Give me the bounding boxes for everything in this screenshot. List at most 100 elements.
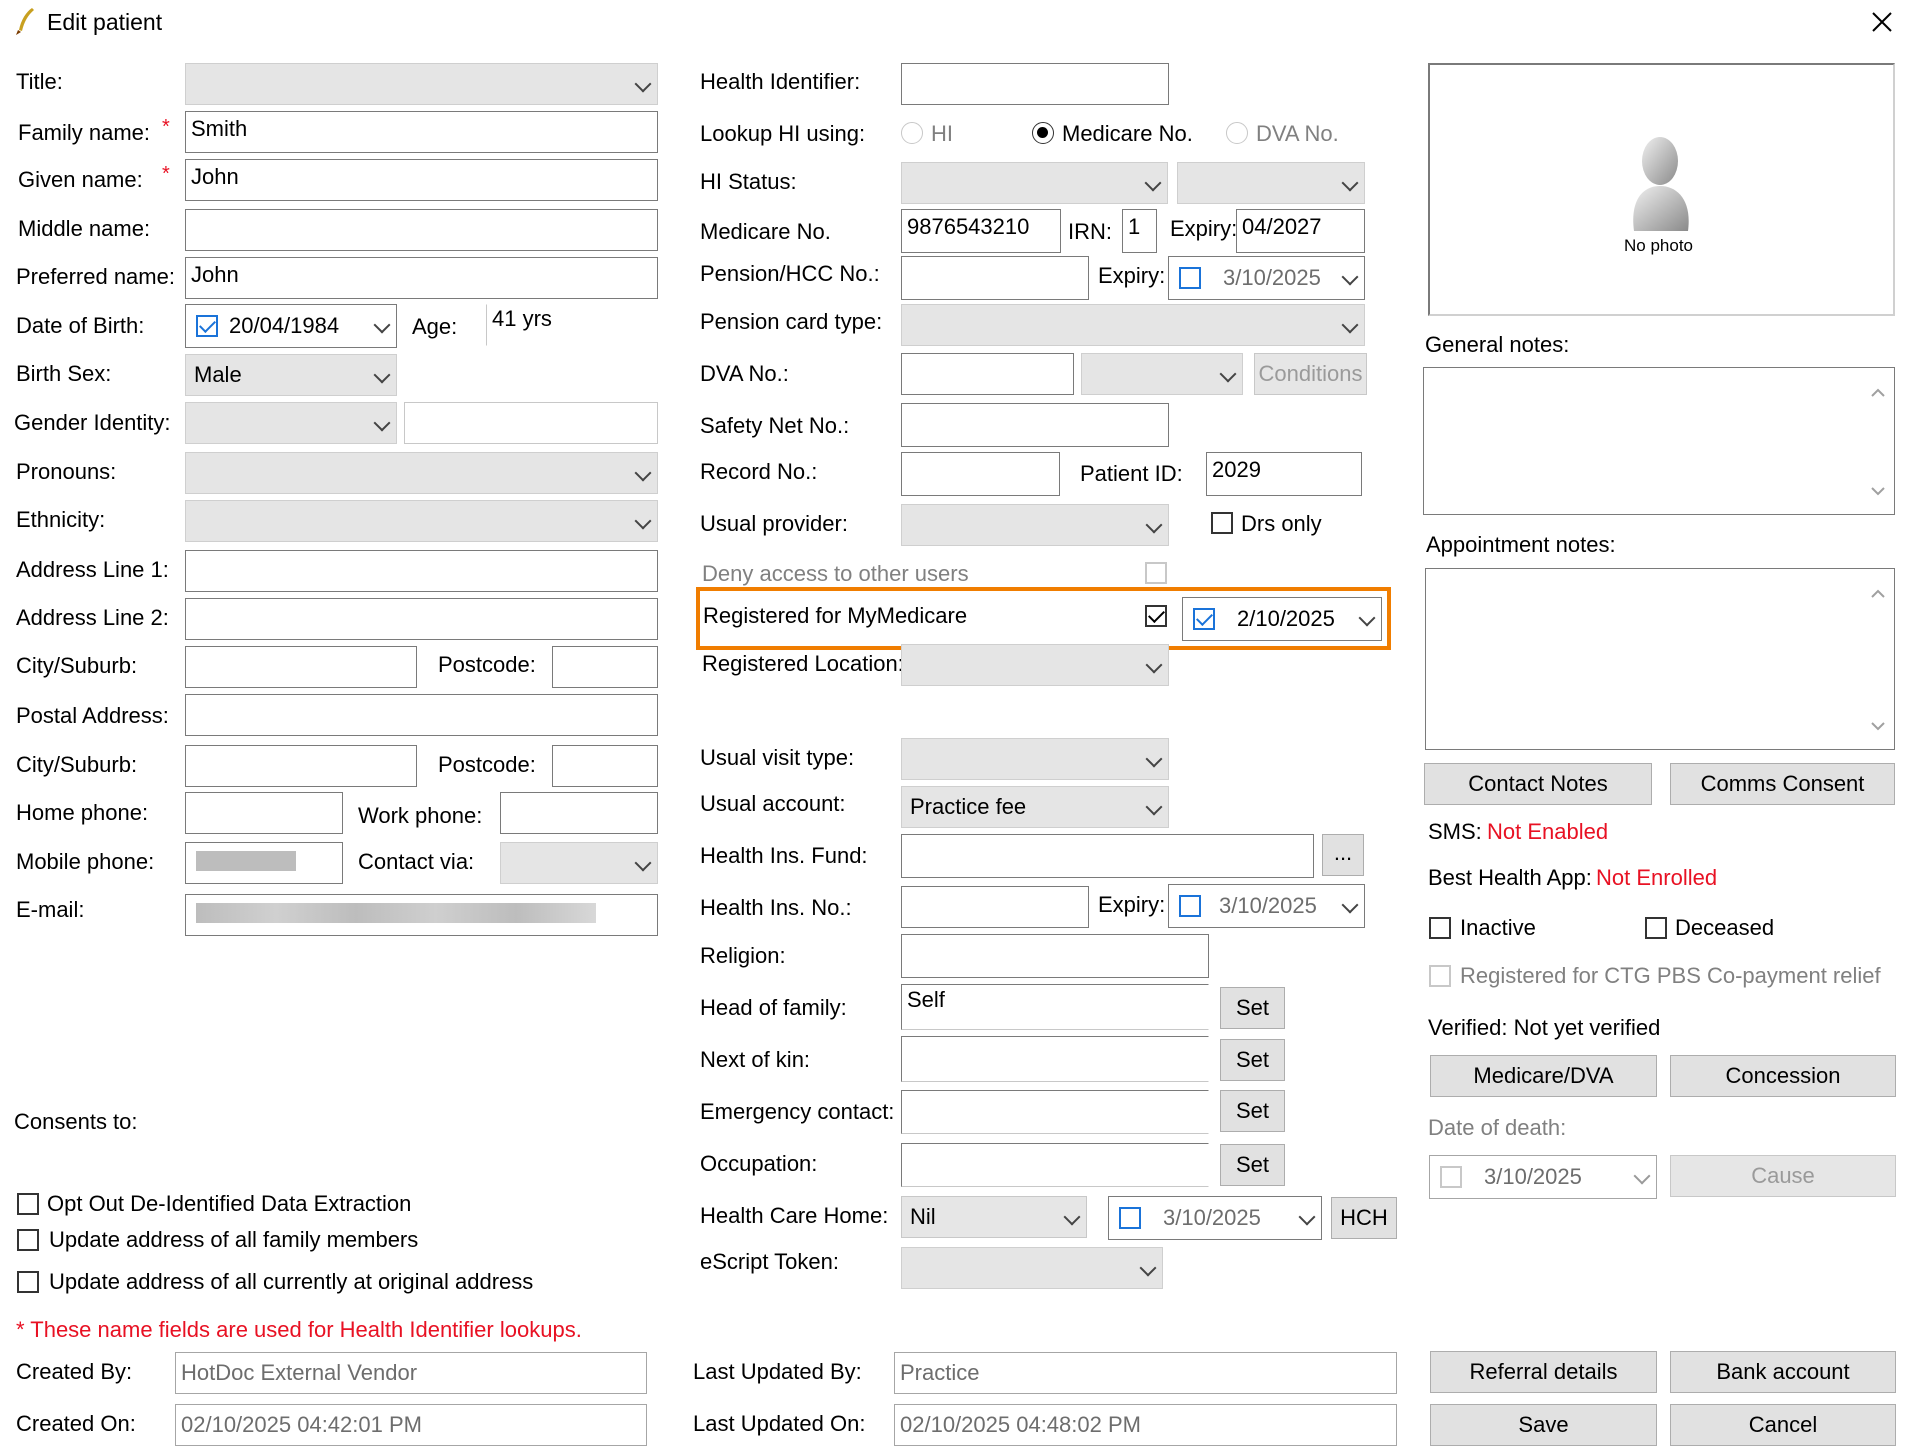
- pension-type-select[interactable]: [901, 304, 1365, 346]
- hch-button[interactable]: HCH: [1331, 1197, 1397, 1239]
- opt-out-checkbox[interactable]: [17, 1193, 39, 1215]
- radio-hi[interactable]: [901, 122, 923, 144]
- middle-name-input[interactable]: [185, 209, 658, 251]
- pension-expiry-picker[interactable]: 3/10/2025: [1168, 256, 1365, 300]
- head-of-family-field: Self: [901, 984, 1209, 1030]
- medicare-dva-button[interactable]: Medicare/DVA: [1430, 1055, 1657, 1097]
- dod-checkbox[interactable]: [1440, 1166, 1462, 1188]
- head-of-family-set-button[interactable]: Set: [1220, 987, 1285, 1029]
- hch-select[interactable]: Nil: [901, 1196, 1087, 1238]
- email-input[interactable]: [185, 894, 658, 936]
- fund-input[interactable]: [901, 834, 1314, 878]
- patient-id-input[interactable]: 2029: [1206, 452, 1362, 496]
- city-label: City/Suburb:: [16, 653, 138, 678]
- ctg-checkbox[interactable]: [1429, 965, 1451, 987]
- record-no-input[interactable]: [901, 452, 1060, 496]
- mymedicare-date-checkbox[interactable]: [1193, 608, 1215, 630]
- occupation-set-button[interactable]: Set: [1220, 1144, 1285, 1186]
- hi-status-sub-select[interactable]: [1177, 162, 1365, 204]
- reg-location-select[interactable]: [901, 644, 1169, 686]
- emergency-set-button[interactable]: Set: [1220, 1090, 1285, 1132]
- appt-notes-scrollbar[interactable]: [1868, 581, 1888, 739]
- sms-status: Not Enabled: [1487, 819, 1609, 844]
- appt-notes-textarea[interactable]: [1425, 568, 1895, 750]
- postal-address-input[interactable]: [185, 694, 658, 736]
- hch-date-picker[interactable]: 3/10/2025: [1108, 1196, 1322, 1240]
- radio-dva[interactable]: [1226, 122, 1248, 144]
- ins-expiry-picker[interactable]: 3/10/2025: [1168, 884, 1365, 928]
- gender-identity-select[interactable]: [185, 402, 397, 444]
- radio-medicare[interactable]: [1032, 122, 1054, 144]
- comms-consent-button[interactable]: Comms Consent: [1670, 763, 1895, 805]
- photo-box[interactable]: No photo: [1428, 63, 1895, 316]
- hi-status-select[interactable]: [901, 162, 1168, 204]
- fund-browse-button[interactable]: ...: [1322, 834, 1364, 876]
- mobile-input[interactable]: [185, 842, 343, 884]
- hch-date-checkbox[interactable]: [1119, 1207, 1141, 1229]
- gender-identity-other-input[interactable]: [404, 402, 658, 444]
- usual-provider-select[interactable]: [901, 504, 1169, 546]
- cause-button[interactable]: Cause: [1670, 1155, 1896, 1197]
- work-phone-input[interactable]: [500, 792, 658, 834]
- contact-via-select[interactable]: [500, 842, 658, 884]
- ins-expiry-checkbox[interactable]: [1179, 895, 1201, 917]
- preferred-name-input[interactable]: John: [185, 257, 658, 299]
- opt-out-label: Opt Out De-Identified Data Extraction: [47, 1191, 412, 1216]
- home-phone-input[interactable]: [185, 792, 343, 834]
- general-notes-textarea[interactable]: [1423, 367, 1895, 515]
- save-button[interactable]: Save: [1430, 1404, 1657, 1446]
- pension-input[interactable]: [901, 256, 1089, 300]
- safety-net-input[interactable]: [901, 403, 1169, 447]
- postal-postcode-input[interactable]: [552, 745, 658, 787]
- update-family-checkbox[interactable]: [17, 1229, 39, 1251]
- dob-picker[interactable]: 20/04/1984: [185, 304, 397, 348]
- mymedicare-date-picker[interactable]: 2/10/2025: [1182, 597, 1382, 641]
- inactive-label: Inactive: [1460, 915, 1536, 940]
- bank-account-button[interactable]: Bank account: [1670, 1351, 1896, 1393]
- ethnicity-select[interactable]: [185, 500, 658, 542]
- address1-input[interactable]: [185, 550, 658, 592]
- visit-type-select[interactable]: [901, 738, 1169, 780]
- city-input[interactable]: [185, 646, 417, 688]
- cancel-button[interactable]: Cancel: [1670, 1404, 1896, 1446]
- dva-input[interactable]: [901, 353, 1074, 395]
- update-original-checkbox[interactable]: [17, 1271, 39, 1293]
- concession-button[interactable]: Concession: [1670, 1055, 1896, 1097]
- mymedicare-checkbox[interactable]: [1145, 605, 1167, 627]
- close-icon[interactable]: [1870, 10, 1894, 34]
- city2-label: City/Suburb:: [16, 752, 138, 777]
- title-select[interactable]: [185, 63, 658, 105]
- dob-checkbox[interactable]: [196, 315, 218, 337]
- next-of-kin-set-button[interactable]: Set: [1220, 1039, 1285, 1081]
- conditions-button[interactable]: Conditions: [1254, 353, 1367, 395]
- contact-notes-button[interactable]: Contact Notes: [1424, 763, 1652, 805]
- irn-input[interactable]: 1: [1122, 209, 1157, 253]
- deceased-checkbox[interactable]: [1645, 917, 1667, 939]
- given-name-input[interactable]: John: [185, 159, 658, 201]
- usual-account-select[interactable]: Practice fee: [901, 786, 1169, 828]
- record-no-label: Record No.:: [700, 459, 818, 484]
- address2-input[interactable]: [185, 598, 658, 640]
- escript-select[interactable]: [901, 1247, 1163, 1289]
- inactive-checkbox[interactable]: [1429, 917, 1451, 939]
- deny-access-checkbox[interactable]: [1145, 562, 1167, 584]
- health-identifier-input[interactable]: [901, 63, 1169, 105]
- dva-select[interactable]: [1081, 353, 1243, 395]
- dod-picker[interactable]: 3/10/2025: [1429, 1155, 1657, 1199]
- family-name-input[interactable]: Smith: [185, 111, 658, 153]
- birth-sex-value: Male: [194, 362, 242, 387]
- drs-only-checkbox[interactable]: [1211, 512, 1233, 534]
- pronouns-select[interactable]: [185, 452, 658, 494]
- irn-label: IRN:: [1068, 219, 1112, 244]
- pension-expiry-checkbox[interactable]: [1179, 267, 1201, 289]
- email-label: E-mail:: [16, 897, 85, 922]
- notes-scrollbar[interactable]: [1868, 380, 1888, 504]
- postal-city-input[interactable]: [185, 745, 417, 787]
- referral-details-button[interactable]: Referral details: [1430, 1351, 1657, 1393]
- medicare-expiry-input[interactable]: 04/2027: [1236, 209, 1365, 253]
- postcode-input[interactable]: [552, 646, 658, 688]
- religion-input[interactable]: [901, 934, 1209, 978]
- medicare-no-input[interactable]: 9876543210: [901, 209, 1061, 253]
- birth-sex-select[interactable]: Male: [185, 354, 397, 396]
- ins-no-input[interactable]: [901, 886, 1089, 928]
